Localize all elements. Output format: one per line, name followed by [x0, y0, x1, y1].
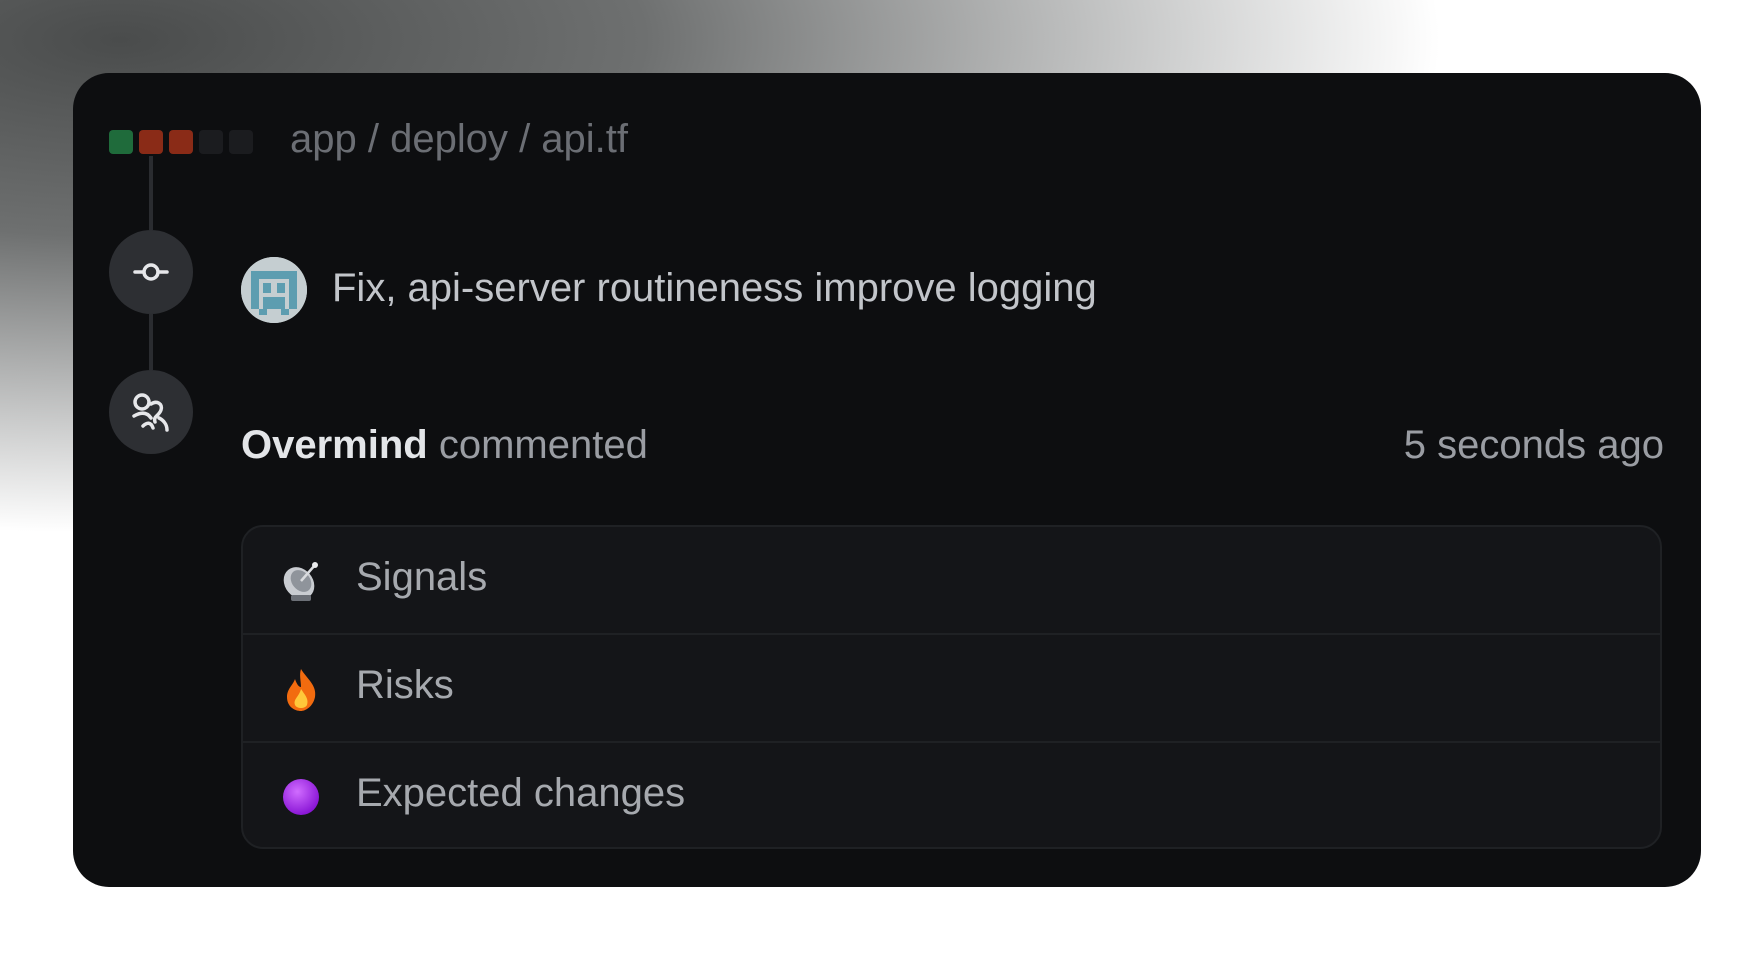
comment-action: commented [438, 423, 648, 467]
comment-timestamp[interactable]: 5 seconds ago [1404, 423, 1664, 468]
git-commit-icon [133, 263, 169, 281]
section-label: Risks [356, 663, 454, 707]
window-dot [139, 130, 163, 154]
commit-message[interactable]: Fix, api-server routineness improve logg… [332, 266, 1097, 311]
comment-author[interactable]: Overmind [241, 423, 428, 467]
section-label: Expected changes [356, 771, 686, 815]
avatar[interactable] [241, 257, 307, 323]
section-row-expected-changes[interactable]: Expected changes [243, 743, 1660, 847]
window-dot [199, 130, 223, 154]
satellite-dish-icon [283, 562, 318, 601]
purple-circle-icon [283, 779, 319, 815]
comment-sections-panel: Signals Risks Expected changes [241, 525, 1662, 849]
section-row-risks[interactable]: Risks [243, 635, 1660, 743]
section-label: Signals [356, 555, 488, 599]
overmind-logo-icon [132, 393, 169, 432]
window-dot [169, 130, 193, 154]
section-row-signals[interactable]: Signals [243, 527, 1660, 635]
comment-header: Overmind commented [241, 423, 648, 468]
window-dots [109, 130, 253, 154]
window-dot [109, 130, 133, 154]
pr-timeline-card: app / deploy / api.tf Fix, api-server ro… [73, 73, 1701, 887]
fire-icon [287, 669, 316, 711]
timeline-line [149, 314, 153, 370]
pixel-avatar-icon [241, 257, 307, 323]
breadcrumb[interactable]: app / deploy / api.tf [290, 117, 628, 162]
overmind-node [109, 370, 193, 454]
commit-node [109, 230, 193, 314]
timeline-line [149, 156, 153, 230]
window-dot [229, 130, 253, 154]
